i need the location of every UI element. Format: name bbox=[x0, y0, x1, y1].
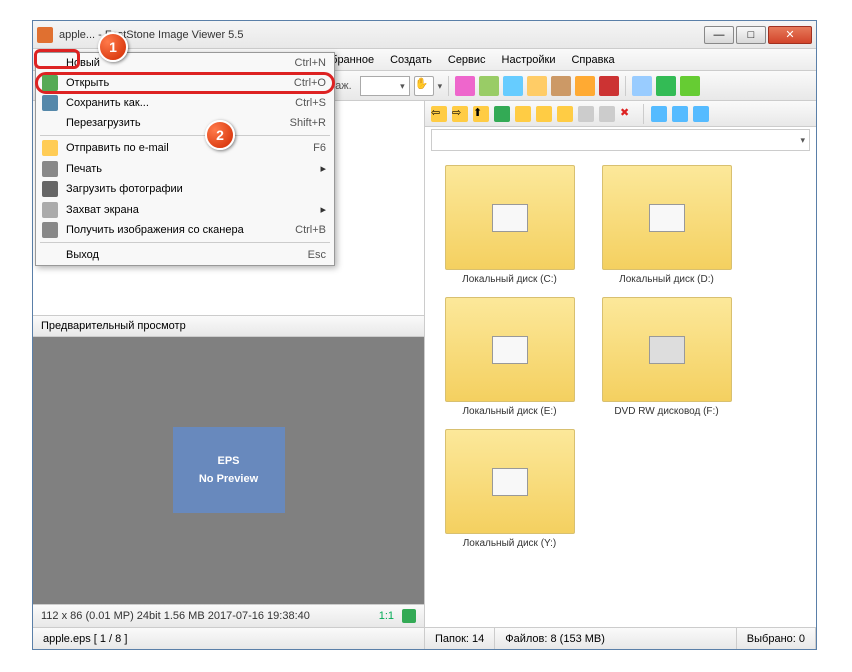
status-selected: Выбрано: 0 bbox=[737, 628, 816, 649]
tool-icon[interactable] bbox=[551, 76, 571, 96]
drive-d[interactable]: Локальный диск (D:) bbox=[594, 165, 739, 285]
capture-icon bbox=[42, 202, 58, 218]
submenu-arrow-icon: ▸ bbox=[320, 162, 326, 175]
history-icon[interactable] bbox=[557, 106, 573, 122]
preview-area[interactable]: EPS No Preview bbox=[33, 337, 424, 604]
callout-1: 1 bbox=[98, 32, 128, 62]
print-icon bbox=[42, 161, 58, 177]
menu-save-as[interactable]: Сохранить как... Ctrl+S bbox=[36, 93, 334, 113]
submenu-arrow-icon: ▸ bbox=[320, 203, 326, 216]
menu-download-photos[interactable]: Загрузить фотографии bbox=[36, 179, 334, 199]
move-icon[interactable] bbox=[599, 106, 615, 122]
eps-label: EPS bbox=[217, 455, 239, 467]
tool-icon[interactable] bbox=[479, 76, 499, 96]
menu-scanner[interactable]: Получить изображения со сканера Ctrl+B bbox=[36, 220, 334, 240]
statusbar: apple.eps [ 1 / 8 ] Папок: 14 Файлов: 8 … bbox=[33, 627, 816, 649]
camera-icon bbox=[42, 181, 58, 197]
drive-folder-icon bbox=[445, 165, 575, 270]
menu-separator bbox=[40, 242, 330, 243]
forward-icon[interactable]: ⇨ bbox=[452, 106, 468, 122]
close-button[interactable]: ✕ bbox=[768, 26, 812, 44]
titlebar: apple... - FastStone Image Viewer 5.5 — … bbox=[33, 21, 816, 49]
back-icon[interactable]: ⇦ bbox=[431, 106, 447, 122]
nav-toolbar: ⇦ ⇨ ⬆ ✖ bbox=[425, 101, 816, 127]
maximize-button[interactable]: □ bbox=[736, 26, 766, 44]
menu-tools[interactable]: Сервис bbox=[440, 51, 494, 69]
preview-thumbnail: EPS No Preview bbox=[173, 427, 285, 513]
view-details-icon[interactable] bbox=[672, 106, 688, 122]
menu-print[interactable]: Печать ▸ bbox=[36, 158, 334, 179]
fullscreen-icon[interactable] bbox=[402, 609, 416, 623]
tool-icon[interactable] bbox=[632, 76, 652, 96]
delete-icon[interactable]: ✖ bbox=[620, 106, 636, 122]
menu-separator bbox=[40, 135, 330, 136]
status-filename: apple.eps [ 1 / 8 ] bbox=[33, 628, 425, 649]
drive-folder-icon bbox=[602, 165, 732, 270]
drives-area: Локальный диск (C:) Локальный диск (D:) … bbox=[425, 153, 816, 627]
callout-2: 2 bbox=[205, 120, 235, 150]
menu-screen-capture[interactable]: Захват экрана ▸ bbox=[36, 199, 334, 220]
drive-folder-icon bbox=[602, 297, 732, 402]
save-icon bbox=[42, 95, 58, 111]
refresh-icon[interactable] bbox=[494, 106, 510, 122]
status-files: Файлов: 8 (153 MB) bbox=[495, 628, 737, 649]
drive-folder-icon bbox=[445, 429, 575, 534]
menu-help[interactable]: Справка bbox=[563, 51, 622, 69]
folder-icon[interactable] bbox=[515, 106, 531, 122]
path-bar[interactable] bbox=[431, 129, 810, 151]
menu-new[interactable]: Новый Ctrl+N bbox=[36, 53, 334, 73]
image-info-text: 112 x 86 (0.01 MP) 24bit 1.56 MB 2017-07… bbox=[41, 610, 310, 622]
menu-exit[interactable]: Выход Esc bbox=[36, 245, 334, 265]
app-icon bbox=[37, 27, 53, 43]
menu-settings[interactable]: Настройки bbox=[494, 51, 564, 69]
menu-create[interactable]: Создать bbox=[382, 51, 440, 69]
file-dropdown-menu: Новый Ctrl+N Открыть Ctrl+O Сохранить ка… bbox=[35, 52, 335, 266]
drive-e[interactable]: Локальный диск (E:) bbox=[437, 297, 582, 417]
tool-icon[interactable] bbox=[527, 76, 547, 96]
minimize-button[interactable]: — bbox=[704, 26, 734, 44]
drive-c[interactable]: Локальный диск (C:) bbox=[437, 165, 582, 285]
email-icon bbox=[42, 140, 58, 156]
window-title: apple... - FastStone Image Viewer 5.5 bbox=[59, 29, 702, 41]
preview-info-bar: 112 x 86 (0.01 MP) 24bit 1.56 MB 2017-07… bbox=[33, 604, 424, 627]
copy-icon[interactable] bbox=[578, 106, 594, 122]
tool-icon[interactable] bbox=[656, 76, 676, 96]
menu-reload[interactable]: Перезагрузить Shift+R bbox=[36, 113, 334, 133]
tool-icon[interactable] bbox=[680, 76, 700, 96]
tool-icon[interactable] bbox=[599, 76, 619, 96]
tool-icon[interactable] bbox=[503, 76, 523, 96]
view-large-icon[interactable] bbox=[651, 106, 667, 122]
right-panel: ⇦ ⇨ ⬆ ✖ Локальный диск (C:) bbox=[425, 101, 816, 627]
tool-icon[interactable] bbox=[575, 76, 595, 96]
no-preview-label: No Preview bbox=[199, 473, 258, 485]
status-folders: Папок: 14 bbox=[425, 628, 495, 649]
preview-header: Предварительный просмотр bbox=[33, 315, 424, 337]
up-icon[interactable]: ⬆ bbox=[473, 106, 489, 122]
tool-icon[interactable] bbox=[455, 76, 475, 96]
open-icon bbox=[42, 75, 58, 91]
drive-y[interactable]: Локальный диск (Y:) bbox=[437, 429, 582, 549]
drive-f-dvd[interactable]: DVD RW дисковод (F:) bbox=[594, 297, 739, 417]
hand-tool-icon[interactable]: ✋ bbox=[414, 76, 434, 96]
toolbar-dropdown[interactable] bbox=[360, 76, 410, 96]
menu-send-email[interactable]: Отправить по e-mail F6 bbox=[36, 138, 334, 158]
view-list-icon[interactable] bbox=[693, 106, 709, 122]
drive-folder-icon bbox=[445, 297, 575, 402]
folder-icon[interactable] bbox=[536, 106, 552, 122]
zoom-ratio: 1:1 bbox=[379, 610, 394, 622]
scanner-icon bbox=[42, 222, 58, 238]
menu-open[interactable]: Открыть Ctrl+O bbox=[36, 73, 334, 93]
